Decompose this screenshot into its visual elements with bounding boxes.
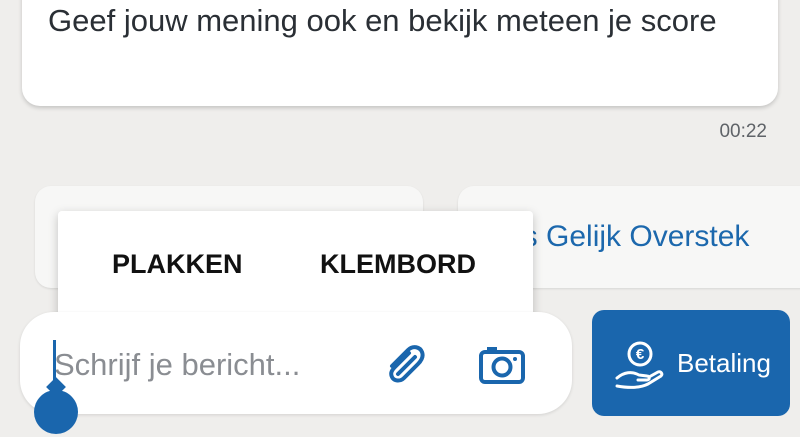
clipboard-button[interactable]: KLEMBORD [320,249,476,280]
euro-hand-icon: € [614,340,666,397]
camera-icon[interactable] [478,344,526,389]
paperclip-icon[interactable] [384,344,428,389]
message-bubble: Geef jouw mening ook en bekijk meteen je… [22,0,778,106]
text-selection-menu: PLAKKEN KLEMBORD [58,211,533,317]
payment-button[interactable]: € Betaling [592,310,790,416]
payment-button-label: Betaling [677,348,771,378]
message-timestamp: 00:22 [719,121,767,142]
message-input[interactable]: Schrijf je bericht... [20,312,572,434]
message-text: Geef jouw mening ook en bekijk meteen je… [48,3,717,38]
paste-button[interactable]: PLAKKEN [112,249,243,280]
quick-reply-label-2: es Gelijk Overstek [506,220,750,253]
svg-text:€: € [636,346,645,363]
message-input-placeholder: Schrijf je bericht... [54,347,301,382]
cursor-drag-handle[interactable] [34,390,78,434]
